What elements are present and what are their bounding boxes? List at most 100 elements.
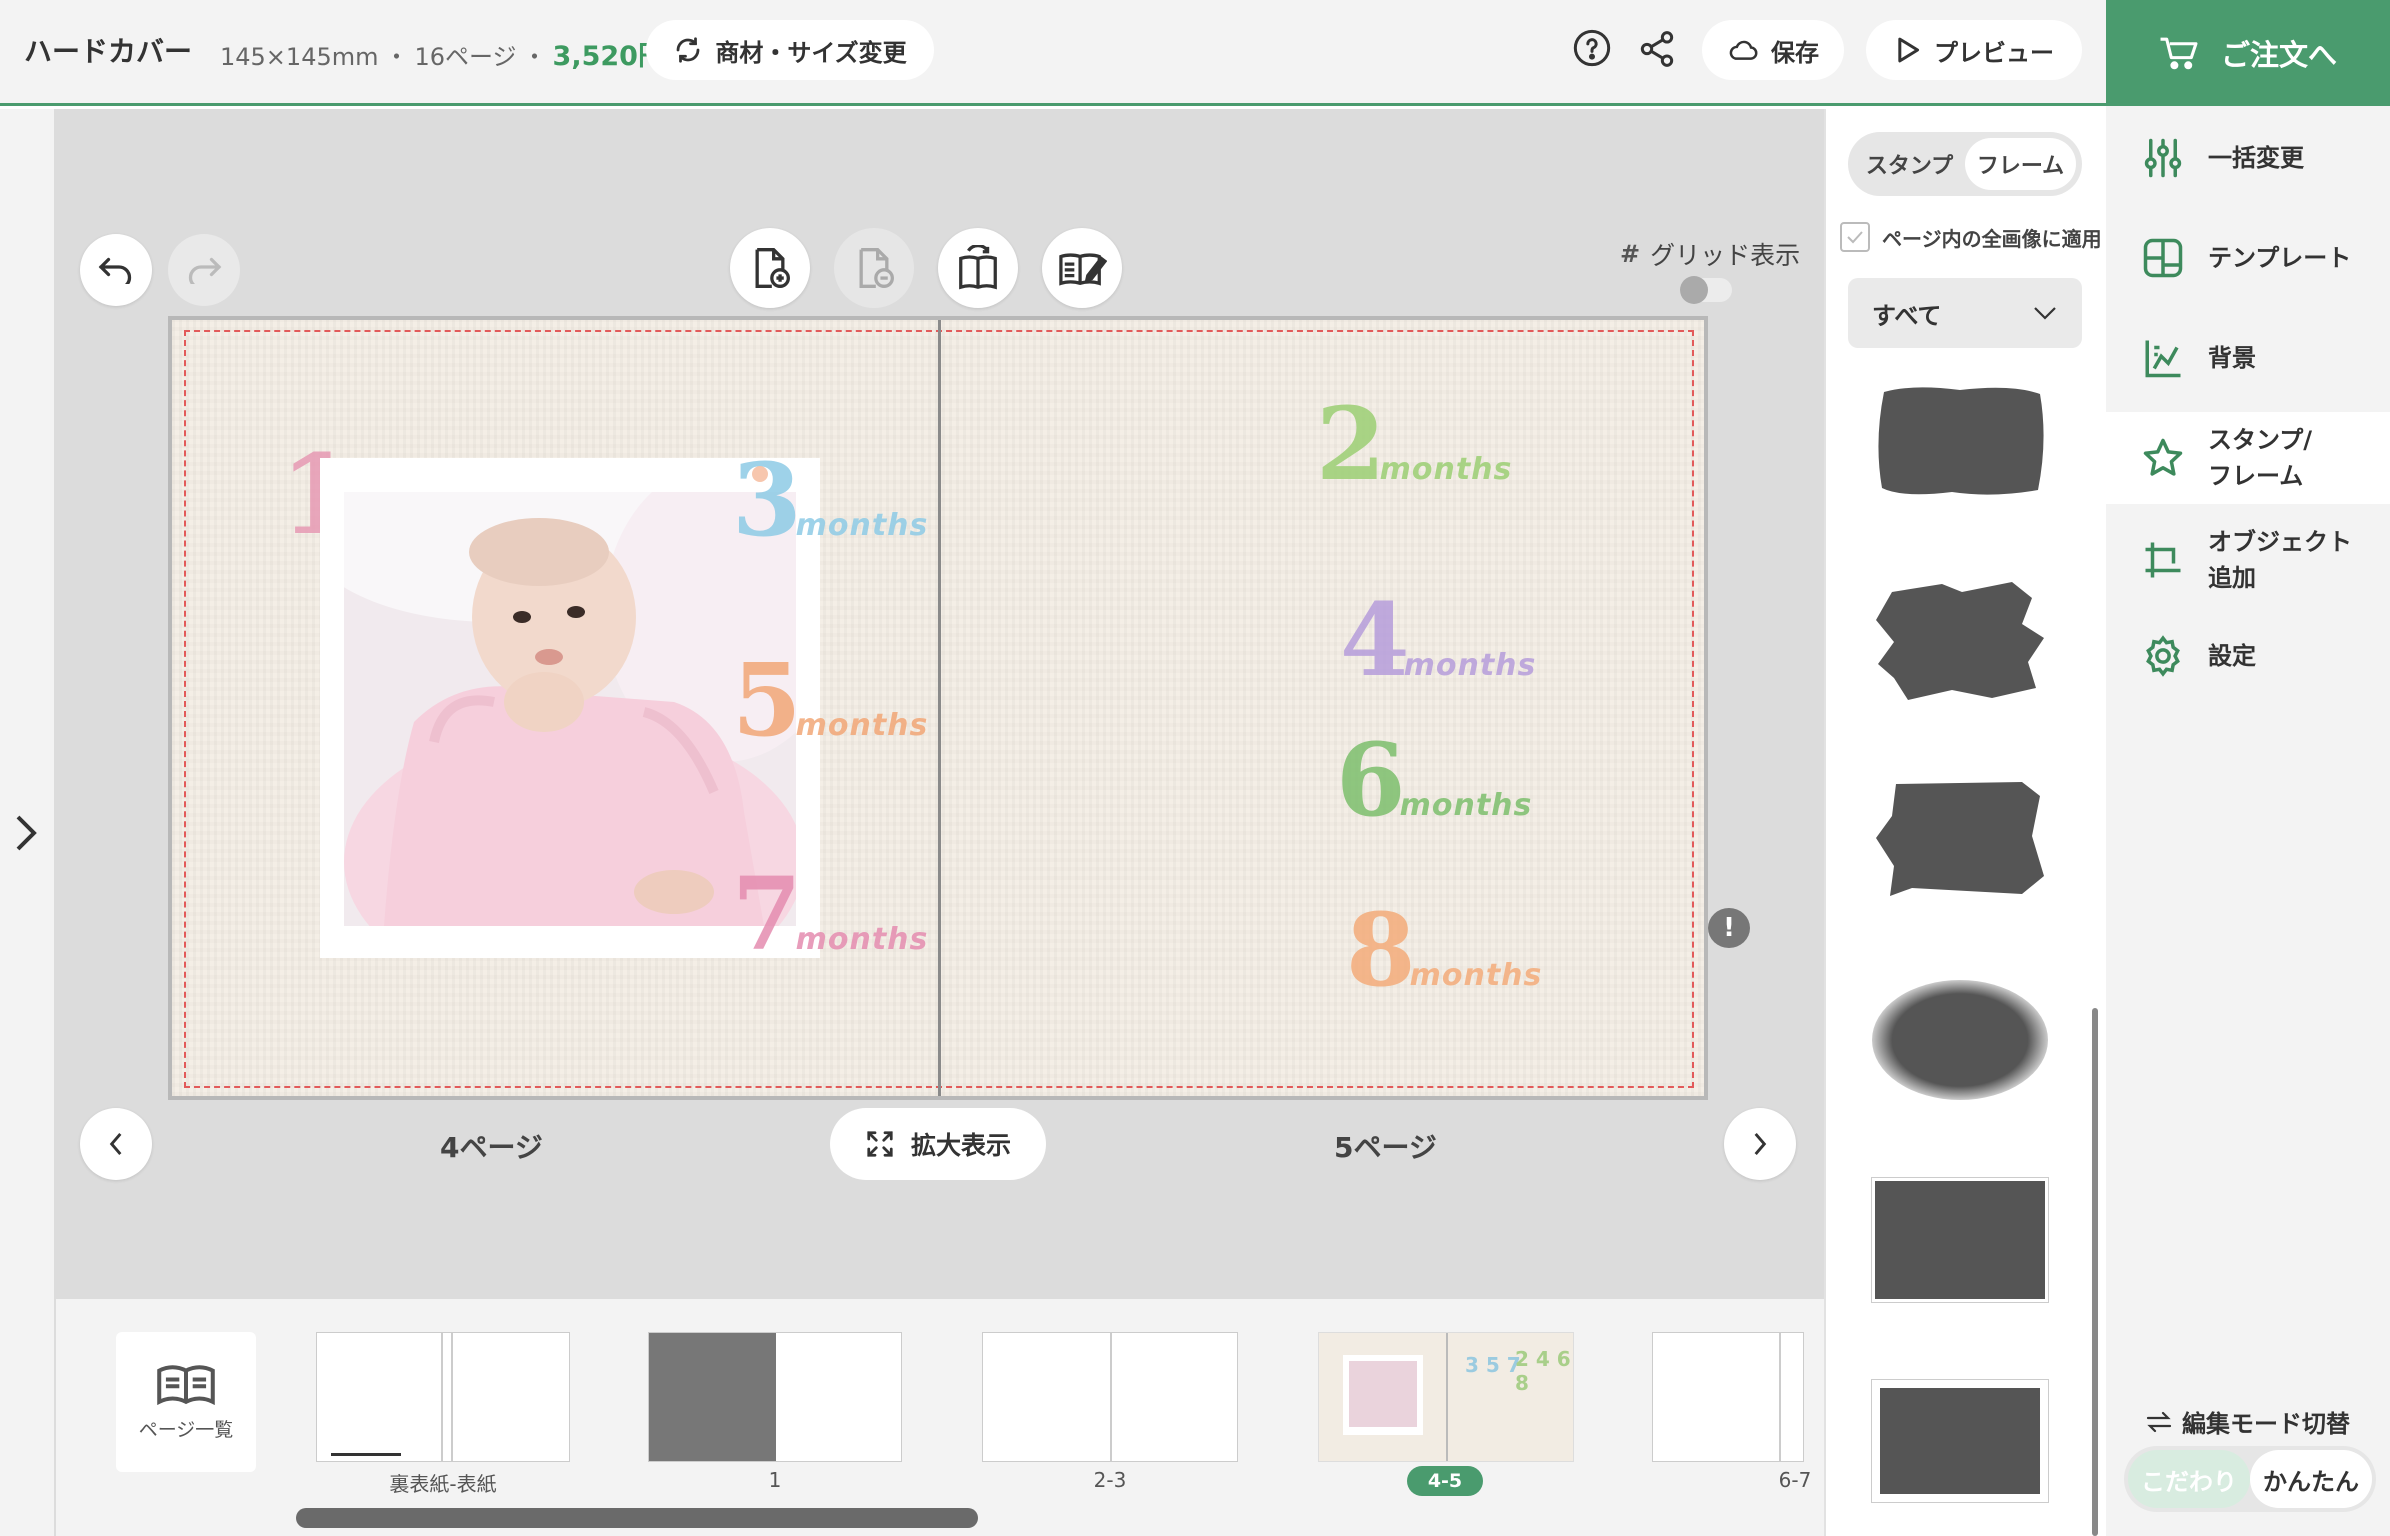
thumb-page-6-7[interactable] xyxy=(1652,1332,1804,1462)
undo-icon xyxy=(98,257,132,284)
product-size: 145×145mm xyxy=(220,43,379,71)
thumb-inner-cover xyxy=(649,1333,776,1461)
order-button[interactable]: ご注文へ xyxy=(2106,0,2390,106)
grid-toggle[interactable] xyxy=(1680,276,1732,304)
thumb-page-2-3[interactable] xyxy=(982,1332,1238,1462)
baby-photo[interactable] xyxy=(344,492,796,926)
add-object-icon xyxy=(2145,542,2181,578)
thumb-cover[interactable] xyxy=(316,1332,570,1462)
stamp-word: months xyxy=(795,922,929,957)
undo-button[interactable] xyxy=(80,234,152,306)
filter-value: すべて xyxy=(1872,301,1942,330)
thumb-label: 裏表紙-表紙 xyxy=(389,1472,497,1496)
spec-separator: ・ xyxy=(384,43,409,71)
thumb-spine xyxy=(1779,1333,1781,1461)
book-edit-icon xyxy=(1059,253,1107,286)
help-icon[interactable] xyxy=(1572,28,1612,68)
play-icon xyxy=(1898,37,1920,63)
thumb-photo xyxy=(1349,1361,1417,1427)
rail-item-settings[interactable]: 設定 xyxy=(2106,620,2390,692)
add-page-icon xyxy=(755,248,790,288)
stamp-number: 8 xyxy=(1346,891,1416,1009)
zoom-label: 拡大表示 xyxy=(910,1131,1011,1160)
background-icon xyxy=(2145,340,2181,378)
apply-all-row[interactable]: ページ内の全画像に適用 xyxy=(1840,222,2102,252)
panel-scrollbar[interactable] xyxy=(2092,1008,2098,1536)
book-spread[interactable]: 1month 3months 2months 5months 4months xyxy=(168,316,1708,1100)
rail-label: 設定 xyxy=(2208,642,2256,670)
sliders-icon xyxy=(2144,138,2182,178)
page-count: 16ページ xyxy=(414,43,517,71)
spec-separator: ・ xyxy=(522,43,547,71)
swap-pages-button[interactable] xyxy=(938,228,1018,308)
frame-filter-select[interactable]: すべて xyxy=(1848,278,2082,348)
book-swap-icon xyxy=(959,245,997,290)
active-page-badge: 4-5 xyxy=(1407,1466,1483,1496)
gear-icon xyxy=(2146,635,2180,677)
swap-arrows-icon xyxy=(2146,1411,2172,1432)
stamp-8-months[interactable]: 8months xyxy=(1346,900,1542,1000)
change-product-button[interactable]: 商材・サイズ変更 xyxy=(646,20,934,80)
preview-button[interactable]: プレビュー xyxy=(1866,20,2082,80)
thumb-spine xyxy=(451,1333,453,1461)
edit-book-button[interactable] xyxy=(1042,228,1122,308)
add-page-button[interactable] xyxy=(730,228,810,308)
stamp-5-months[interactable]: 5months xyxy=(732,650,928,750)
mode-switch-text: 編集モード切替 xyxy=(2182,1410,2350,1438)
rail-item-stamp-frame[interactable]: スタンプ/ フレーム xyxy=(2106,412,2390,504)
stamp-word: months xyxy=(1403,648,1537,683)
redo-button[interactable] xyxy=(168,234,240,306)
next-page-button[interactable] xyxy=(1724,1108,1796,1180)
left-collapse-strip xyxy=(0,109,56,1536)
rail-label: 背景 xyxy=(2208,344,2256,372)
tab-stamp[interactable]: スタンプ xyxy=(1854,138,1965,190)
tab-frame[interactable]: フレーム xyxy=(1965,138,2076,190)
zoom-button[interactable]: 拡大表示 xyxy=(830,1108,1046,1180)
chevron-left-icon xyxy=(109,1132,122,1156)
warning-icon[interactable]: ! xyxy=(1708,908,1750,948)
top-bar: ハードカバー 145×145mm ・ 16ページ・ 3,520円 商材・サイズ変更 保… xyxy=(0,0,2390,106)
open-book-icon xyxy=(157,1364,215,1405)
rail-label: オブジェクト 追加 xyxy=(2208,528,2352,592)
save-button[interactable]: 保存 xyxy=(1702,20,1844,80)
frame-option-thin-border[interactable] xyxy=(1871,1177,2049,1303)
remove-page-button[interactable] xyxy=(834,228,914,308)
stamp-number: 3 xyxy=(732,441,802,559)
frame-option-vignette[interactable] xyxy=(1872,980,2048,1100)
stamp-6-months[interactable]: 6months xyxy=(1336,730,1532,830)
rail-item-add-object[interactable]: オブジェクト 追加 xyxy=(2106,514,2390,606)
stamp-word: months xyxy=(1399,788,1533,823)
page-list-button[interactable]: ページ一覧 xyxy=(116,1332,256,1472)
left-page-label: 4ページ xyxy=(440,1131,543,1164)
template-icon xyxy=(2143,238,2183,278)
thumb-stamps: 2 4 6 8 xyxy=(1515,1347,1571,1395)
apply-all-checkbox[interactable] xyxy=(1840,222,1870,252)
grid-toggle-label: # グリッド表示 xyxy=(1620,236,1800,272)
frame-option-brush-1[interactable] xyxy=(1872,382,2048,500)
thumb-stamps: 3 5 7 xyxy=(1465,1353,1521,1377)
redo-icon xyxy=(188,257,222,284)
mode-simple[interactable]: かんたん xyxy=(2250,1450,2372,1508)
frame-option-brush-2[interactable] xyxy=(1872,578,2048,704)
rail-label: テンプレート xyxy=(2208,244,2352,272)
frame-option-thick-border[interactable] xyxy=(1871,1379,2049,1503)
rail-item-bulk-change[interactable]: 一括変更 xyxy=(2106,122,2390,194)
rail-item-template[interactable]: テンプレート xyxy=(2106,222,2390,294)
filmstrip-scrollbar[interactable] xyxy=(296,1508,978,1528)
panel-tabs: スタンプ フレーム xyxy=(1848,132,2082,196)
stamp-2-months[interactable]: 2months xyxy=(1316,394,1512,494)
stamp-4-months[interactable]: 4months xyxy=(1340,590,1536,690)
stamp-word: months xyxy=(1379,452,1513,487)
product-specs: 145×145mm ・ 16ページ・ 3,520円 xyxy=(220,34,665,73)
rail-item-background[interactable]: 背景 xyxy=(2106,322,2390,394)
stamp-3-months[interactable]: 3months xyxy=(732,450,928,550)
expand-sidebar-icon[interactable] xyxy=(6,803,46,863)
order-label: ご注文へ xyxy=(2220,38,2337,72)
share-icon[interactable] xyxy=(1636,28,1678,70)
stamp-7-months[interactable]: 7months xyxy=(732,864,928,964)
thumb-page-1[interactable] xyxy=(648,1332,902,1462)
thumb-page-4-5[interactable]: 3 5 7 2 4 6 8 xyxy=(1318,1332,1574,1462)
prev-page-button[interactable] xyxy=(80,1108,152,1180)
mode-advanced[interactable]: こだわり xyxy=(2128,1450,2250,1508)
frame-option-brush-3[interactable] xyxy=(1872,776,2048,900)
